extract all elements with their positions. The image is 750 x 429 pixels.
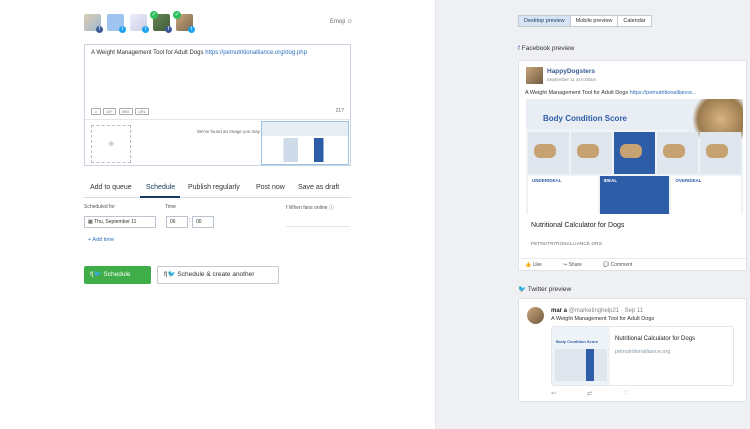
thumbnail-chart (266, 138, 346, 162)
score-cell (700, 132, 741, 174)
tab-schedule[interactable]: Schedule (146, 184, 175, 191)
tab-save-as-draft[interactable]: Save as draft (298, 184, 339, 191)
emoji-button[interactable]: Emoji ☺ (330, 19, 353, 25)
comment-button[interactable]: 💬 Comment (603, 262, 632, 268)
facebook-post-text: A Weight Management Tool for Adult Dogs … (525, 90, 697, 96)
time-separator: : (189, 218, 191, 224)
facebook-post-date: September 11 at 6:00am (547, 77, 597, 82)
share-button[interactable]: ↪ Share (563, 262, 582, 268)
emoji-icon[interactable]: ☺ (91, 108, 102, 115)
facebook-link-domain: PETNUTRITIONALLIANCE.ORG (531, 241, 603, 246)
heart-icon[interactable]: ♡ (623, 390, 628, 397)
gif-icon[interactable]: GIF (103, 108, 116, 115)
tab-post-now[interactable]: Post now (256, 184, 285, 191)
twitter-icon: 🐦 (167, 271, 178, 278)
facebook-icon: f (96, 26, 103, 33)
composer-panel: f t t ✓ f ✓ t Emoji ☺ A Weight Management … (0, 0, 435, 429)
profile-avatar-selected[interactable]: ✓ f (150, 11, 172, 33)
tweet-action-bar: ↩ ⇄ ♡ (551, 390, 671, 398)
facebook-post-link[interactable]: https://petnutritionalliance... (630, 90, 697, 96)
post-composer[interactable]: A Weight Management Tool for Adult Dogs … (84, 44, 351, 166)
profile-avatar[interactable]: f (84, 14, 103, 33)
tab-desktop-preview[interactable]: Desktop preview (519, 16, 571, 26)
profile-avatar[interactable]: t (107, 14, 126, 33)
note-underideal: UNDERIDEAL (528, 176, 598, 214)
schedule-and-create-another-button[interactable]: f|🐦 Schedule & create another (157, 266, 279, 284)
character-count: 217 (335, 108, 344, 114)
avatar (526, 67, 543, 84)
facebook-action-bar: 👍 Like ↪ Share 💬 Comment (519, 258, 746, 272)
twitter-icon: 🐦 (518, 286, 528, 293)
suggested-image-thumbnail[interactable] (261, 121, 349, 165)
twitter-card-title: Nutritional Calculator for Dogs (615, 336, 696, 342)
note-ideal: IDEAL (599, 176, 670, 214)
twitter-card-image: Body Condition Score (552, 327, 610, 385)
preview-mode-tabs: Desktop preview Mobile preview Calendar (518, 15, 652, 27)
check-icon: ✓ (173, 11, 181, 19)
facebook-preview-card: HappyDogsters September 11 at 6:00am A W… (518, 60, 747, 271)
divider (85, 119, 350, 120)
profile-avatar[interactable]: t (130, 14, 149, 33)
score-cell (657, 132, 698, 174)
thumbnail-header (262, 122, 348, 136)
avatar (527, 307, 544, 324)
twitter-author: mar a @marketinghelp21 · Sep 11 (551, 308, 644, 314)
twitter-icon: t (142, 26, 149, 33)
facebook-preview-title: f Facebook preview (518, 45, 575, 52)
divider (286, 226, 350, 227)
body-condition-strip (555, 349, 607, 381)
publish-mode-tabs: Add to queue Schedule Publish regularly … (84, 180, 351, 198)
twitter-card-domain: petnutritionalliance.org (615, 349, 671, 355)
date-picker[interactable]: ▦ Thu, September 11 (84, 216, 156, 228)
image-title: Body Condition Score (543, 114, 627, 123)
like-button[interactable]: 👍 Like (525, 262, 542, 268)
score-cell (571, 132, 612, 174)
hour-select[interactable]: 06 (166, 216, 188, 228)
profile-selector: f t t ✓ f ✓ t (84, 11, 195, 33)
twitter-icon: 🐦 (93, 271, 104, 278)
check-icon: ✓ (150, 11, 158, 19)
post-text[interactable]: A Weight Management Tool for Adult Dogs … (91, 50, 307, 56)
active-tab-indicator (140, 196, 180, 198)
tab-add-to-queue[interactable]: Add to queue (90, 184, 132, 191)
note-overideal: OVERIDEAL (671, 176, 742, 214)
thumbs-up-icon: 👍 (525, 262, 533, 268)
twitter-preview-title: 🐦 Twitter preview (518, 286, 572, 293)
tweet-text: A Weight Management Tool for Adult Dogs (551, 316, 655, 322)
image-title: Body Condition Score (556, 339, 598, 344)
facebook-link-title[interactable]: Nutritional Calculator for Dogs (531, 222, 624, 229)
info-icon[interactable]: ⓘ (329, 205, 334, 211)
reply-icon[interactable]: ↩ (551, 390, 556, 397)
retweet-icon[interactable]: ⇄ (587, 390, 592, 397)
minute-select[interactable]: 00 (192, 216, 214, 228)
post-text-link[interactable]: https://petnutritionalliance.org/dog.php (205, 50, 307, 56)
post-text-plain: A Weight Management Tool for Adult Dogs (91, 50, 206, 56)
score-notes: UNDERIDEAL IDEAL OVERIDEAL (526, 176, 743, 214)
add-time-link[interactable]: + Add time (88, 237, 114, 243)
schedule-button[interactable]: f|🐦 Schedule (84, 266, 151, 284)
suggested-image-label: We've found an Image you may like (197, 129, 269, 134)
twitter-icon: t (119, 26, 126, 33)
facebook-page-name[interactable]: HappyDogsters (547, 68, 595, 75)
fans-online-label: f When fans online ⓘ (286, 205, 334, 211)
profile-avatar-selected[interactable]: ✓ t (173, 11, 195, 33)
facebook-icon: f (165, 26, 172, 33)
tab-calendar[interactable]: Calendar (618, 16, 650, 26)
image-icon[interactable]: IMG (119, 108, 133, 115)
time-label: Time (165, 204, 176, 210)
body-condition-strip (526, 132, 743, 174)
comment-icon: 💬 (603, 262, 611, 268)
scheduled-for-label: Scheduled for (84, 204, 115, 210)
facebook-link-image[interactable]: Body Condition Score UNDERIDEAL IDEAL OV… (526, 99, 743, 214)
twitter-link-card[interactable]: Body Condition Score Nutritional Calcula… (551, 326, 734, 386)
add-image-icon[interactable]: ⊕ (91, 125, 131, 163)
twitter-icon: t (188, 26, 195, 33)
score-cell (528, 132, 569, 174)
score-cell-ideal (614, 132, 655, 174)
link-shortener-icon[interactable]: URL (135, 108, 150, 115)
tab-publish-regularly[interactable]: Publish regularly (188, 184, 240, 191)
tab-mobile-preview[interactable]: Mobile preview (571, 16, 619, 26)
twitter-preview-card: mar a @marketinghelp21 · Sep 11 A Weight… (518, 298, 747, 402)
